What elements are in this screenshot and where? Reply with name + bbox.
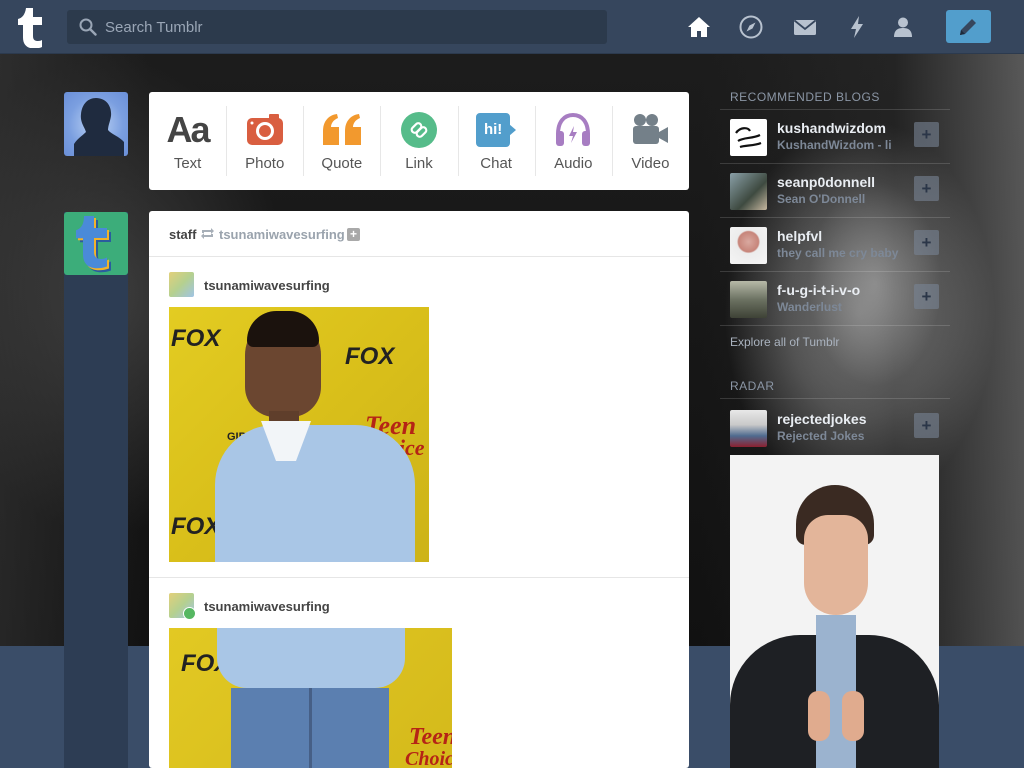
blog-avatar[interactable] (730, 281, 767, 318)
follow-blog-button[interactable]: + (914, 284, 939, 309)
new-quote-post-button[interactable]: Quote (303, 92, 380, 190)
entry-divider (149, 577, 689, 578)
new-photo-post-button[interactable]: Photo (226, 92, 303, 190)
follow-blog-button[interactable]: + (914, 176, 939, 201)
original-poster-name[interactable]: tsunamiwavesurfing (219, 227, 345, 242)
radar-title: RADAR (730, 379, 775, 393)
chat-icon: hi! (458, 110, 535, 150)
text-post-label: Text (173, 155, 202, 172)
video-camera-icon (612, 110, 689, 150)
headphones-icon (535, 110, 612, 150)
recommended-blog-item[interactable]: seanp0donnell Sean O'Donnell + (720, 164, 950, 216)
search-box[interactable] (67, 10, 607, 44)
camera-icon (226, 110, 303, 150)
blog-name[interactable]: rejectedjokes (777, 411, 867, 427)
blog-name[interactable]: f-u-g-i-t-i-v-o (777, 282, 860, 298)
inbox-icon[interactable] (792, 14, 818, 40)
reblog-entry-author[interactable]: tsunamiwavesurfing (169, 593, 469, 620)
recommended-blog-item[interactable]: f-u-g-i-t-i-v-o Wanderlust + (720, 272, 950, 324)
search-icon (79, 18, 97, 36)
blog-subtitle: Rejected Jokes (777, 429, 865, 443)
blog-subtitle: KushandWizdom - li (777, 138, 892, 152)
recommended-blog-item[interactable]: helpfvl they call me cry baby + (720, 218, 950, 270)
blog-avatar[interactable] (730, 173, 767, 210)
explore-all-link[interactable]: Explore all of Tumblr (730, 335, 839, 349)
backdrop-fox-text: FOX (345, 343, 395, 370)
new-link-post-button[interactable]: Link (380, 92, 457, 190)
tumblr-logo-icon[interactable] (16, 6, 50, 49)
follow-blog-button[interactable]: + (914, 413, 939, 438)
link-post-label: Link (405, 155, 433, 172)
text-post-icon: Aa (166, 109, 211, 150)
left-avatar-rail (64, 212, 128, 768)
sidebar-divider (720, 325, 950, 326)
backdrop-choice-text: Choice (405, 748, 452, 768)
new-text-post-button[interactable]: Aa Text (149, 92, 226, 190)
reblog-entry-author[interactable]: tsunamiwavesurfing (169, 272, 469, 298)
post-header: staff tsunamiwavesurfing + (149, 211, 689, 257)
person-sweater (215, 425, 415, 562)
chat-post-label: Chat (480, 155, 512, 172)
blog-name[interactable]: helpfvl (777, 228, 822, 244)
home-icon[interactable] (686, 14, 712, 40)
blog-avatar[interactable] (730, 227, 767, 264)
follow-plus-icon[interactable]: + (347, 228, 360, 241)
audio-post-label: Audio (554, 155, 593, 172)
post-type-composer: Aa Text Photo Quote Link hi! Chat Audio … (149, 92, 689, 190)
blog-subtitle: they call me cry baby (777, 246, 899, 260)
blog-avatar[interactable] (730, 410, 767, 447)
blog-name[interactable]: seanp0donnell (777, 174, 875, 190)
recommended-blog-item[interactable]: kushandwizdom KushandWizdom - li + (720, 110, 950, 162)
photo-post-label: Photo (245, 155, 285, 172)
blog-subtitle: Wanderlust (777, 300, 842, 314)
new-chat-post-button[interactable]: hi! Chat (457, 92, 535, 190)
person-sweater (217, 628, 405, 688)
follow-blog-button[interactable]: + (914, 230, 939, 255)
jeans-seam (309, 688, 312, 768)
reblogger-name[interactable]: staff (169, 227, 196, 242)
person-face (804, 515, 868, 615)
person-hair (247, 311, 319, 347)
reblog-icon (200, 227, 215, 245)
activity-icon[interactable] (844, 14, 870, 40)
explore-icon[interactable] (738, 14, 764, 40)
author-name[interactable]: tsunamiwavesurfing (204, 599, 330, 614)
compose-post-button[interactable] (946, 10, 991, 43)
person-hand (808, 691, 830, 741)
sidebar-divider (720, 398, 950, 399)
user-avatar[interactable] (64, 92, 128, 156)
reblogged-badge-icon (183, 607, 196, 620)
video-post-label: Video (631, 155, 670, 172)
blog-avatar[interactable] (730, 119, 767, 156)
author-avatar[interactable] (169, 272, 194, 297)
link-icon (380, 110, 457, 150)
recommended-blogs-title: RECOMMENDED BLOGS (730, 90, 880, 104)
person-hand (842, 691, 864, 741)
new-audio-post-button[interactable]: Audio (534, 92, 612, 190)
author-name[interactable]: tsunamiwavesurfing (204, 278, 330, 293)
quote-icon (303, 110, 380, 150)
post-photo[interactable]: FOX Teen Choice (169, 628, 452, 768)
post-photo[interactable]: FOX FOX FOX Teen Choice GIBSON (169, 307, 429, 562)
backdrop-fox-text: FOX (171, 325, 221, 352)
new-video-post-button[interactable]: Video (611, 92, 689, 190)
dashboard-post: staff tsunamiwavesurfing + tsunamiwavesu… (149, 211, 689, 768)
blog-subtitle: Sean O'Donnell (777, 192, 866, 206)
quote-post-label: Quote (321, 155, 363, 172)
blog-name[interactable]: kushandwizdom (777, 120, 886, 136)
top-navigation-bar (0, 0, 1024, 54)
backdrop-teen-text: Teen (409, 724, 452, 750)
staff-avatar[interactable] (64, 212, 128, 275)
follow-blog-button[interactable]: + (914, 122, 939, 147)
pencil-icon (960, 19, 976, 35)
radar-post-photo[interactable] (730, 455, 939, 768)
account-icon[interactable] (890, 14, 916, 40)
backdrop-fox-text: FOX (171, 513, 221, 540)
search-input[interactable] (105, 10, 595, 44)
radar-blog-item[interactable]: rejectedjokes Rejected Jokes + (720, 401, 950, 453)
